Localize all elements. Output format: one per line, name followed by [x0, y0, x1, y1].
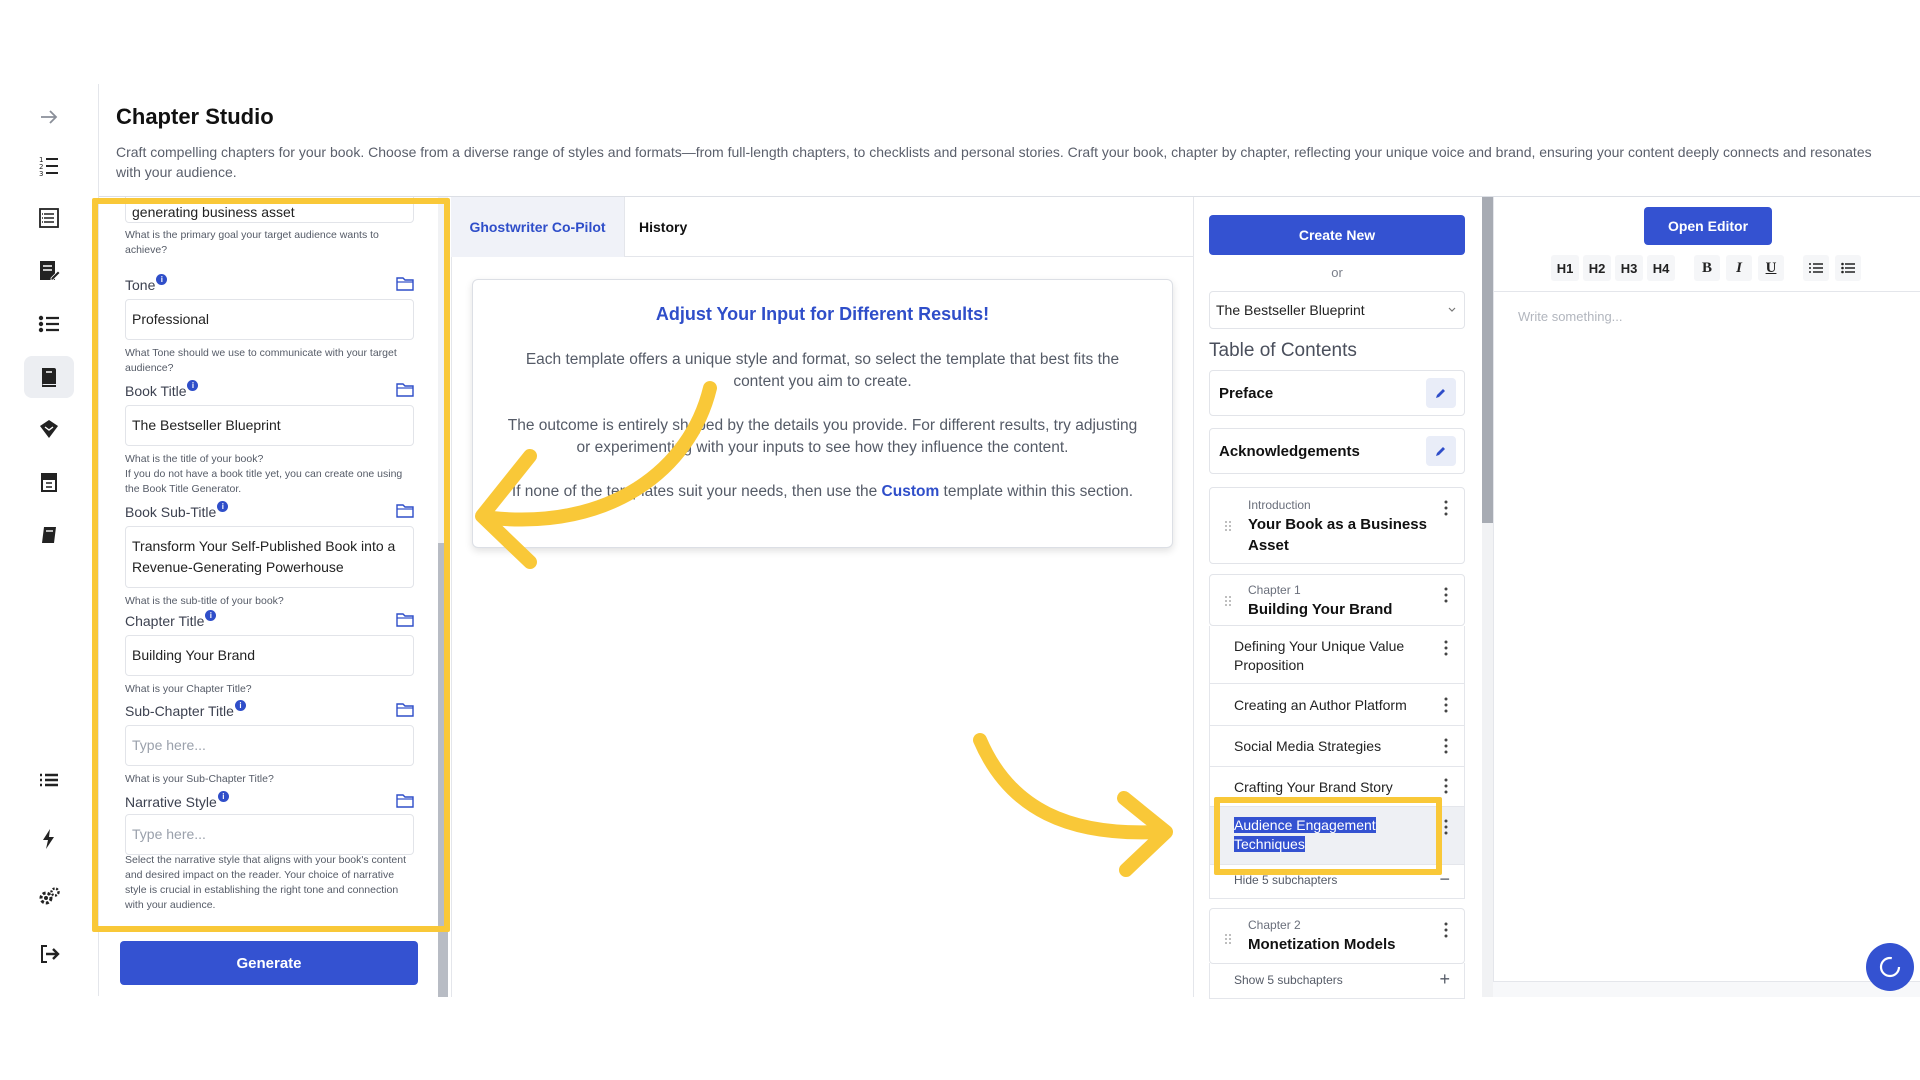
- tip-title: Adjust Your Input for Different Results!: [655, 304, 990, 324]
- form-highlight-box: [92, 198, 450, 932]
- ordered-list-icon: [1809, 263, 1823, 273]
- pencil-icon: [1436, 447, 1445, 456]
- page-title: Chapter Studio: [116, 104, 274, 129]
- toc-introduction[interactable]: Introduction Your Book as a Business Ass…: [1209, 487, 1465, 564]
- subchapter-highlight-box: [1214, 797, 1442, 875]
- tip-paragraph-3: If none of the templates suit your needs…: [511, 483, 1134, 500]
- book-select-value: The Bestseller Blueprint: [1216, 302, 1365, 318]
- book-open-icon[interactable]: [24, 356, 74, 398]
- editor-placeholder: Write something...: [1518, 309, 1623, 324]
- pencil-icon: [1436, 389, 1445, 398]
- bullet-list-icon: [1841, 262, 1855, 274]
- arrow-right-icon[interactable]: [24, 96, 74, 138]
- bullet-list-button[interactable]: [1835, 255, 1861, 281]
- subchapter-row[interactable]: Social Media Strategies: [1209, 726, 1465, 767]
- chat-icon: [1879, 956, 1901, 978]
- toc-heading: Table of Contents: [1209, 340, 1357, 361]
- help-chat-button[interactable]: [1866, 943, 1914, 991]
- tip-paragraph-1: Each template offers a unique style and …: [525, 351, 1120, 390]
- subchapter-title: Creating an Author Platform: [1234, 697, 1407, 713]
- chevron-down-icon: [1448, 307, 1456, 312]
- more-options-icon[interactable]: [1444, 500, 1448, 516]
- toc-scrollbar-thumb[interactable]: [1482, 197, 1493, 523]
- more-options-icon[interactable]: [1444, 640, 1448, 656]
- hide-subchapters-label: Hide 5 subchapters: [1234, 873, 1338, 887]
- toc-acknowledgements[interactable]: Acknowledgements: [1209, 428, 1465, 474]
- bullet-list-icon[interactable]: [24, 303, 74, 345]
- edit-document-icon[interactable]: [24, 250, 74, 292]
- underline-button[interactable]: U: [1758, 255, 1784, 281]
- toc-chapter-2[interactable]: Chapter 2 Monetization Models: [1209, 908, 1465, 964]
- more-options-icon[interactable]: [1444, 738, 1448, 754]
- subchapter-title: Defining Your Unique Value Proposition: [1234, 638, 1405, 673]
- open-editor-button[interactable]: Open Editor: [1644, 207, 1772, 245]
- italic-button[interactable]: I: [1726, 255, 1752, 281]
- show-subchapters-label: Show 5 subchapters: [1234, 973, 1343, 987]
- toc-chapter-1[interactable]: Chapter 1 Building Your Brand: [1209, 574, 1465, 626]
- heading-2-button[interactable]: H2: [1583, 255, 1611, 281]
- subchapter-row[interactable]: Creating an Author Platform: [1209, 684, 1465, 726]
- chapter-2-label: Chapter 2: [1248, 918, 1301, 932]
- page-description: Craft compelling chapters for your book.…: [116, 144, 1872, 180]
- toc-preface[interactable]: Preface: [1209, 370, 1465, 416]
- introduction-title: Your Book as a Business Asset: [1248, 516, 1427, 554]
- tab-ghostwriter-copilot[interactable]: Ghostwriter Co-Pilot: [451, 197, 625, 257]
- bolt-icon[interactable]: [24, 818, 74, 860]
- archive-icon[interactable]: [24, 461, 74, 503]
- chapter-2-title: Monetization Models: [1248, 936, 1396, 953]
- edit-preface-button[interactable]: [1426, 378, 1456, 408]
- generate-button[interactable]: Generate: [120, 941, 418, 985]
- tab-history[interactable]: History: [625, 197, 701, 257]
- svg-text:3: 3: [39, 170, 43, 177]
- toc-acknowledgements-title: Acknowledgements: [1219, 443, 1360, 460]
- bold-button[interactable]: B: [1694, 255, 1720, 281]
- subchapter-row[interactable]: Defining Your Unique Value Proposition: [1209, 626, 1465, 684]
- introduction-label: Introduction: [1248, 498, 1311, 512]
- heading-4-button[interactable]: H4: [1647, 255, 1675, 281]
- more-options-icon[interactable]: [1444, 697, 1448, 713]
- settings-icon[interactable]: [24, 876, 74, 918]
- plus-icon: +: [1439, 969, 1450, 989]
- list-icon[interactable]: [24, 760, 74, 802]
- book-select[interactable]: The Bestseller Blueprint: [1209, 291, 1465, 329]
- drag-handle-icon[interactable]: [1224, 933, 1232, 945]
- drag-handle-icon[interactable]: [1224, 595, 1232, 607]
- more-options-icon[interactable]: [1444, 922, 1448, 938]
- tip-paragraph-2: The outcome is entirely shaped by the de…: [507, 417, 1138, 456]
- more-options-icon[interactable]: [1444, 819, 1448, 835]
- custom-template-link[interactable]: Custom: [882, 483, 940, 500]
- editor-content-area[interactable]: [1493, 291, 1920, 981]
- more-options-icon[interactable]: [1444, 587, 1448, 603]
- logout-icon[interactable]: [24, 933, 74, 975]
- drag-handle-icon[interactable]: [1224, 520, 1232, 532]
- tag-icon[interactable]: [24, 408, 74, 450]
- subchapter-title: Social Media Strategies: [1234, 738, 1382, 754]
- numbered-list-icon[interactable]: 123: [24, 144, 74, 186]
- book-icon[interactable]: [24, 514, 74, 556]
- toc-preface-title: Preface: [1219, 385, 1274, 402]
- create-new-button[interactable]: Create New: [1209, 215, 1465, 255]
- editor-footer: [1493, 981, 1920, 997]
- app-window: 123 Chapter Studio Craft compelling chap…: [0, 0, 1920, 1080]
- chapter-1-label: Chapter 1: [1248, 583, 1301, 597]
- show-subchapters-toggle[interactable]: Show 5 subchapters +: [1209, 963, 1465, 999]
- document-list-icon[interactable]: [24, 197, 74, 239]
- edit-acknowledgements-button[interactable]: [1426, 436, 1456, 466]
- ordered-list-button[interactable]: [1803, 255, 1829, 281]
- tip-card: Adjust Your Input for Different Results!…: [472, 279, 1173, 548]
- more-options-icon[interactable]: [1444, 778, 1448, 794]
- subchapter-title: Crafting Your Brand Story: [1234, 779, 1393, 795]
- chapter-1-title: Building Your Brand: [1248, 601, 1393, 618]
- copilot-tabs: Ghostwriter Co-Pilot History: [451, 197, 1193, 257]
- or-separator: or: [1331, 265, 1343, 280]
- heading-1-button[interactable]: H1: [1551, 255, 1579, 281]
- sidebar-rail: 123: [0, 84, 99, 996]
- heading-3-button[interactable]: H3: [1615, 255, 1643, 281]
